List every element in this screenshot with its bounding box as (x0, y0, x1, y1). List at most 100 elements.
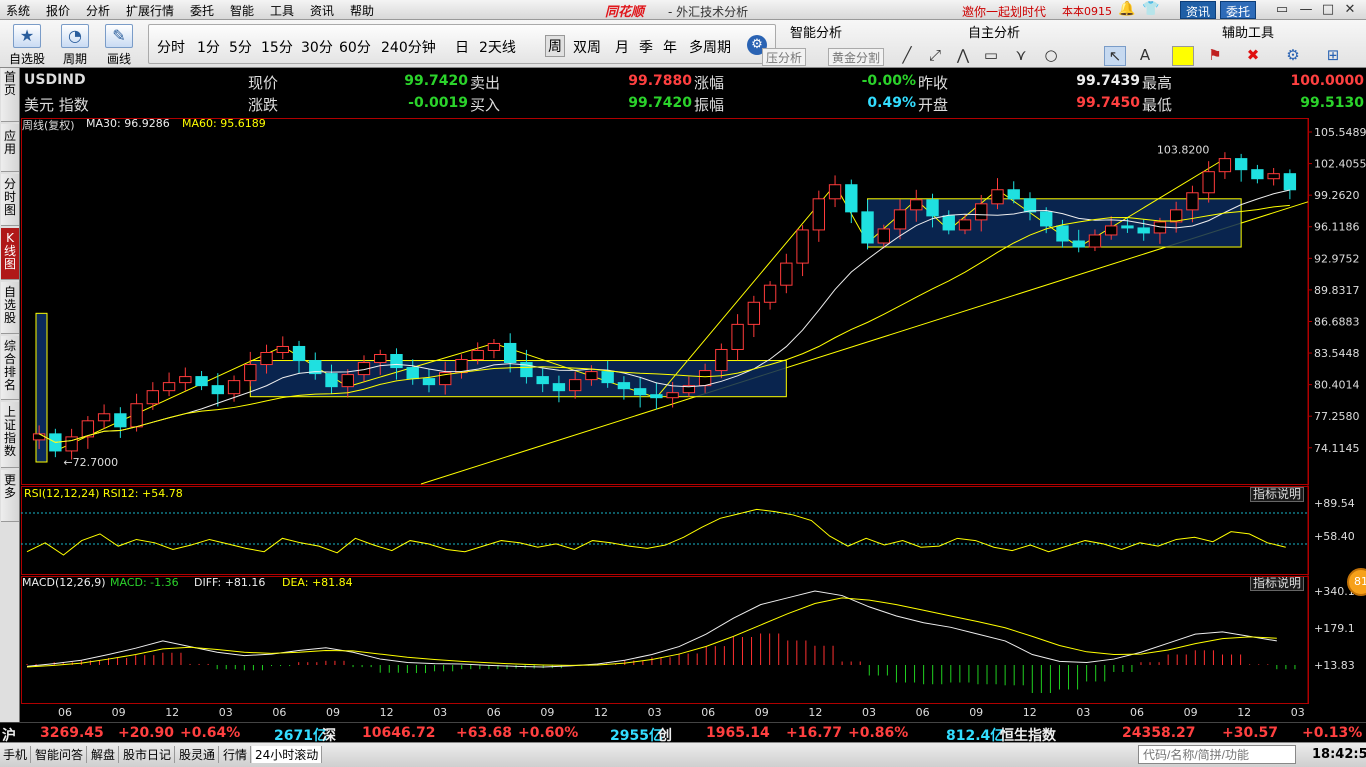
period-60min[interactable]: 60分 (339, 37, 371, 57)
price-axis-label: 92.9752 (1314, 252, 1360, 265)
sidebar-item-timeshare[interactable]: 分时图 (1, 174, 19, 226)
restore-icon[interactable]: ▭ (1272, 2, 1292, 18)
period-240min[interactable]: 240分钟 (381, 37, 436, 57)
price-axis-label: 99.2620 (1314, 189, 1360, 202)
color-swatch[interactable] (1172, 46, 1194, 66)
sh-value: 3269.45 (40, 725, 104, 741)
prev-close-value: 99.7439 (1076, 73, 1140, 89)
candle-body (926, 199, 939, 217)
line-icon[interactable]: ╱ (896, 46, 918, 66)
bottom-qa[interactable]: 智能问答 (32, 746, 88, 763)
menu-analysis[interactable]: 分析 (86, 2, 110, 19)
period-label: 周期 (62, 52, 87, 66)
bottom-analysis[interactable]: 解盘 (88, 746, 120, 763)
candle-body (812, 198, 825, 231)
x-axis-label: 03 (648, 706, 662, 719)
x-axis-label: 12 (1237, 706, 1251, 719)
period-button[interactable]: ◔ 周期 (52, 22, 98, 66)
period-1min[interactable]: 1分 (197, 37, 220, 57)
period-2day[interactable]: 2天线 (479, 37, 516, 57)
sidebar-item-kline[interactable]: K线图 (1, 228, 19, 280)
bottom-gulingtong[interactable]: 股灵通 (176, 746, 220, 763)
delete-icon[interactable]: ✖ (1242, 46, 1264, 66)
sidebar-item-watchlist[interactable]: 自选股 (1, 282, 19, 334)
menu-smart[interactable]: 智能 (230, 2, 254, 19)
sidebar-item-apps[interactable]: 应用 (1, 124, 19, 172)
period-year[interactable]: 年 (663, 37, 677, 57)
candle-body (1056, 225, 1069, 242)
pane-border (21, 118, 1309, 485)
menu-system[interactable]: 系统 (6, 2, 30, 19)
polyline-icon[interactable]: ⋀ (952, 46, 974, 66)
bottom-diary[interactable]: 股市日记 (120, 746, 176, 763)
sz-pct: +0.60% (518, 725, 579, 741)
bottom-mobile[interactable]: 手机 (0, 746, 32, 763)
candle-body (715, 348, 728, 372)
candle-body (796, 229, 809, 264)
menu-quote[interactable]: 报价 (46, 2, 70, 19)
candle-body (130, 403, 143, 428)
period-month[interactable]: 月 (615, 37, 629, 57)
candle-body (504, 342, 517, 364)
watchlist-button[interactable]: ★ 自选股 (4, 22, 50, 66)
price-axis-label: 86.6883 (1314, 315, 1360, 328)
shirt-icon[interactable]: 👕 (1142, 1, 1159, 17)
golden-split-button[interactable]: 黄金分割 (828, 48, 885, 66)
bell-icon[interactable]: 🔔 (1118, 1, 1135, 17)
self-analysis-title: 自主分析 (968, 26, 1021, 41)
menu-help[interactable]: 帮助 (350, 2, 374, 19)
min-annotation: ←72.7000 (63, 456, 118, 469)
search-input[interactable] (1138, 745, 1296, 764)
period-fenshi[interactable]: 分时 (157, 37, 185, 57)
kline-chart[interactable]: 105.5489 102.4055 99.2620 96.1186 92.9752 89.… (21, 118, 1366, 722)
circle-icon[interactable]: ○ (1040, 46, 1062, 66)
candle-body (731, 323, 744, 350)
settings-icon[interactable]: ⚙ (1282, 46, 1304, 66)
menu-news[interactable]: 资讯 (310, 2, 334, 19)
period-15min[interactable]: 15分 (261, 37, 293, 57)
bottom-ticker[interactable]: 24小时滚动 (252, 746, 323, 763)
close-icon[interactable]: ✕ (1340, 2, 1360, 18)
bottom-quotes[interactable]: 行情 (220, 746, 252, 763)
period-30min[interactable]: 30分 (301, 37, 333, 57)
news-button[interactable]: 资讯 (1180, 1, 1217, 19)
period-week[interactable]: 周 (545, 35, 565, 57)
trade-button[interactable]: 委托 (1220, 1, 1257, 19)
x-axis-label: 03 (219, 706, 233, 719)
chart-tool-icon[interactable]: ⊞ (1322, 46, 1344, 66)
period-season[interactable]: 季 (639, 37, 653, 57)
candle-body (958, 219, 972, 231)
x-axis-label: 09 (755, 706, 769, 719)
wave-icon[interactable]: ⋎ (1010, 46, 1032, 66)
candle-body (390, 354, 403, 369)
candle-body (666, 392, 679, 399)
pen-icon: ✎ (105, 24, 133, 48)
rectangle-icon[interactable]: ▭ (980, 46, 1002, 66)
menu-tools[interactable]: 工具 (270, 2, 294, 19)
sidebar-item-ranking[interactable]: 综合排名 (1, 336, 19, 400)
candle-body (260, 351, 273, 366)
bookmark-icon[interactable]: ⚑ (1204, 46, 1226, 66)
sidebar-item-shindex[interactable]: 上证指数 (1, 402, 19, 468)
period-5min[interactable]: 5分 (229, 37, 252, 57)
pane-border (21, 576, 1309, 704)
hs-change: +30.57 (1222, 725, 1279, 741)
candle-body (471, 349, 484, 361)
pressure-analysis-button[interactable]: 压分析 (762, 48, 807, 66)
menu-trade[interactable]: 委托 (190, 2, 214, 19)
minimize-icon[interactable]: — (1296, 2, 1316, 18)
cursor-icon[interactable]: ↖ (1104, 46, 1126, 66)
maximize-icon[interactable]: □ (1318, 2, 1338, 18)
sidebar-item-more[interactable]: 更多 (1, 470, 19, 522)
draw-button[interactable]: ✎ 画线 (96, 22, 142, 66)
text-icon[interactable]: A (1134, 46, 1156, 66)
x-axis-label: 06 (487, 706, 501, 719)
promo-link[interactable]: 邀你一起划时代 (962, 3, 1046, 20)
menu-extended[interactable]: 扩展行情 (126, 2, 174, 19)
period-day[interactable]: 日 (455, 37, 469, 57)
ray-icon[interactable]: ⤢ (924, 46, 946, 66)
period-2week[interactable]: 双周 (573, 37, 601, 57)
period-multi[interactable]: 多周期 (689, 37, 731, 57)
prev-close-label: 昨收 (918, 74, 949, 92)
sidebar-item-home[interactable]: 首页 (1, 68, 19, 122)
